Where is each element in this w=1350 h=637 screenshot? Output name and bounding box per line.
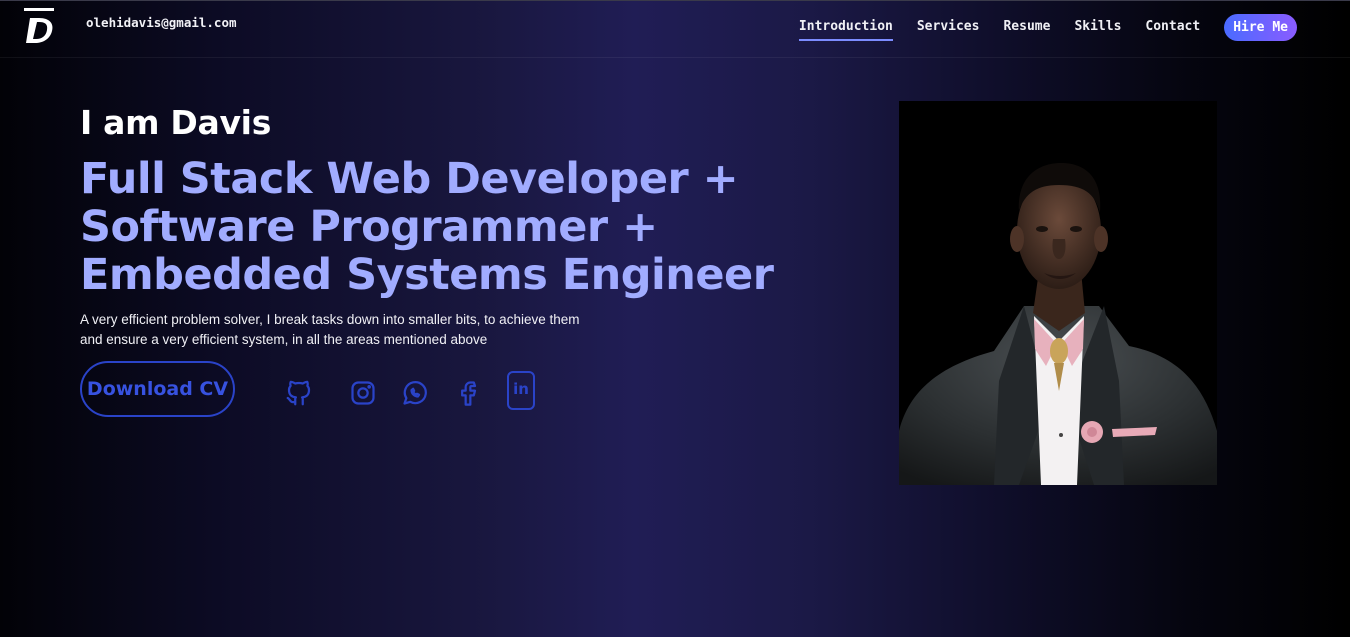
hero-headline: Full Stack Web Developer + Software Prog… (80, 155, 780, 299)
instagram-icon[interactable] (349, 379, 377, 407)
hero-description: A very efficient problem solver, I break… (80, 312, 580, 347)
hire-me-button[interactable]: Hire Me (1224, 14, 1297, 41)
main-nav: Introduction Services Resume Skills Cont… (775, 14, 1297, 41)
nav-skills[interactable]: Skills (1074, 19, 1121, 37)
headline-line-1: Full Stack Web Developer + (80, 154, 739, 204)
profile-photo (899, 101, 1217, 485)
headline-line-2: Software Programmer + (80, 202, 658, 252)
linkedin-icon[interactable]: in (507, 371, 535, 410)
profile-portrait-illustration (899, 163, 1217, 485)
portfolio-page: olehidavis@gmail.com Introduction Servic… (0, 0, 1350, 637)
nav-resume[interactable]: Resume (1003, 19, 1050, 37)
nav-introduction[interactable]: Introduction (798, 19, 893, 41)
nav-contact[interactable]: Contact (1145, 19, 1200, 37)
whatsapp-icon[interactable] (401, 379, 429, 407)
nav-services[interactable]: Services (917, 19, 980, 37)
headline-line-3: Embedded Systems Engineer (80, 250, 774, 300)
site-header: olehidavis@gmail.com Introduction Servic… (0, 0, 1350, 58)
hero-greeting: I am Davis (80, 103, 272, 142)
facebook-icon[interactable] (454, 379, 482, 407)
linkedin-icon-text: in (513, 379, 529, 398)
logo[interactable] (22, 7, 58, 47)
header-email: olehidavis@gmail.com (86, 15, 237, 30)
logo-mark (24, 8, 54, 43)
download-cv-button[interactable]: Download CV (80, 361, 235, 417)
github-icon[interactable] (284, 378, 314, 408)
